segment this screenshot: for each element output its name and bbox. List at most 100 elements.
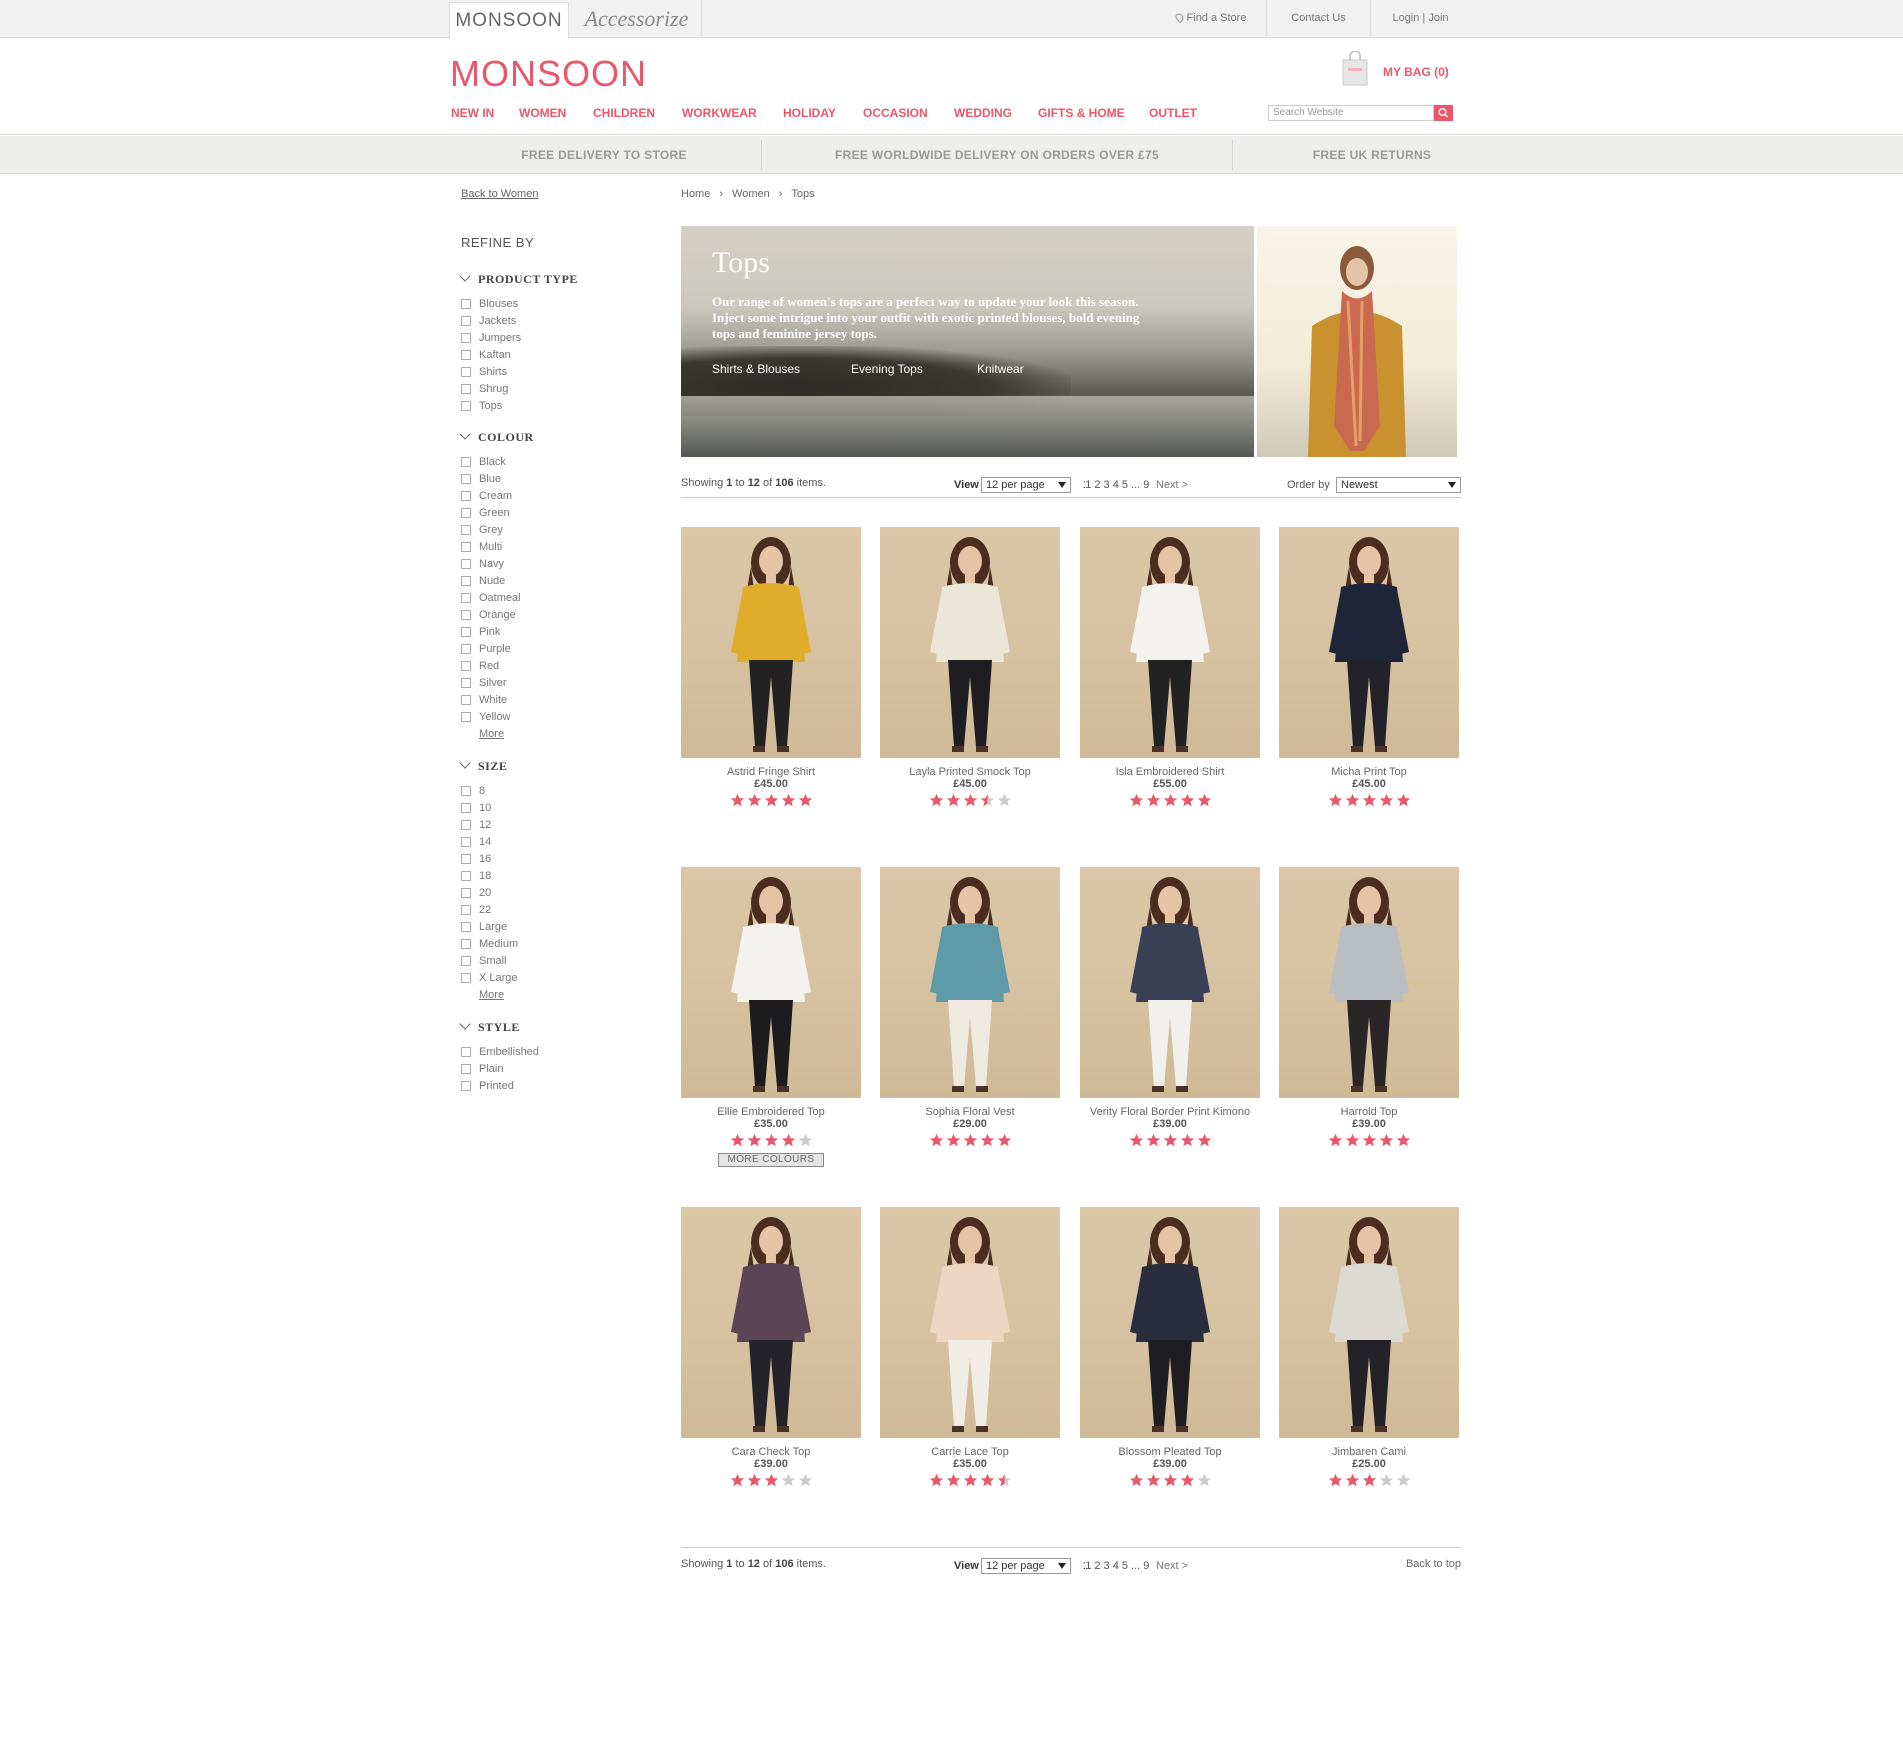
nav-holiday[interactable]: HOLIDAY bbox=[783, 106, 836, 120]
filter-checkbox[interactable] bbox=[461, 525, 471, 535]
filter-group-heading[interactable]: SIZE bbox=[459, 757, 507, 774]
filter-option[interactable]: Black bbox=[461, 456, 506, 468]
product-card[interactable]: Jimbaren Cami £25.00 bbox=[1279, 1207, 1459, 1487]
filter-checkbox[interactable] bbox=[461, 627, 471, 637]
filter-checkbox[interactable] bbox=[461, 871, 471, 881]
next-page-link[interactable]: Next > bbox=[1156, 1560, 1188, 1572]
filter-option[interactable]: 14 bbox=[461, 836, 491, 848]
filter-checkbox[interactable] bbox=[461, 712, 471, 722]
nav-women[interactable]: WOMEN bbox=[519, 106, 566, 120]
filter-group-heading[interactable]: COLOUR bbox=[459, 428, 534, 445]
back-to-top-link[interactable]: Back to top bbox=[1406, 1558, 1461, 1570]
filter-checkbox[interactable] bbox=[461, 316, 471, 326]
filter-option[interactable]: 18 bbox=[461, 870, 491, 882]
filter-checkbox[interactable] bbox=[461, 803, 471, 813]
product-name[interactable]: Harrold Top bbox=[1279, 1106, 1459, 1118]
product-image[interactable] bbox=[880, 867, 1060, 1098]
filter-checkbox[interactable] bbox=[461, 888, 471, 898]
filter-more-link[interactable]: More bbox=[479, 989, 504, 1001]
back-to-women-link[interactable]: Back to Women bbox=[461, 188, 538, 200]
pagination[interactable]: 1 1 2 3 4 5 ... 9 bbox=[1083, 479, 1150, 491]
banner-link-shirts-blouses[interactable]: Shirts & Blouses bbox=[712, 362, 800, 376]
filter-checkbox[interactable] bbox=[461, 956, 471, 966]
filter-option[interactable]: Shrug bbox=[461, 383, 508, 395]
search-input[interactable]: Search Website bbox=[1268, 105, 1434, 121]
filter-checkbox[interactable] bbox=[461, 333, 471, 343]
product-name[interactable]: Verity Floral Border Print Kimono bbox=[1080, 1106, 1260, 1118]
order-by-select[interactable]: Newest bbox=[1336, 477, 1461, 493]
next-page-link[interactable]: Next > bbox=[1156, 479, 1188, 491]
product-card[interactable]: Sophia Floral Vest £29.00 bbox=[880, 867, 1060, 1147]
banner-link-evening-tops[interactable]: Evening Tops bbox=[851, 362, 923, 376]
filter-option[interactable]: Embellished bbox=[461, 1046, 539, 1058]
shopping-bag-icon[interactable] bbox=[1338, 51, 1374, 87]
filter-option[interactable]: Nude bbox=[461, 575, 505, 587]
filter-option[interactable]: Cream bbox=[461, 490, 512, 502]
filter-option[interactable]: 8 bbox=[461, 785, 485, 797]
filter-checkbox[interactable] bbox=[461, 593, 471, 603]
product-card[interactable]: Ellie Embroidered Top £35.00 MORE COLOURS bbox=[681, 867, 861, 1167]
product-name[interactable]: Sophia Floral Vest bbox=[880, 1106, 1060, 1118]
brand-tab-accessorize[interactable]: Accessorize bbox=[572, 0, 702, 38]
product-image[interactable] bbox=[880, 1207, 1060, 1438]
filter-checkbox[interactable] bbox=[461, 695, 471, 705]
product-card[interactable]: Astrid Fringe Shirt £45.00 bbox=[681, 527, 861, 807]
filter-option[interactable]: Shirts bbox=[461, 366, 507, 378]
product-image[interactable] bbox=[681, 867, 861, 1098]
filter-checkbox[interactable] bbox=[461, 384, 471, 394]
product-image[interactable] bbox=[681, 527, 861, 758]
filter-checkbox[interactable] bbox=[461, 661, 471, 671]
filter-group-heading[interactable]: STYLE bbox=[459, 1018, 520, 1035]
filter-checkbox[interactable] bbox=[461, 559, 471, 569]
filter-option[interactable]: Medium bbox=[461, 938, 518, 950]
filter-checkbox[interactable] bbox=[461, 350, 471, 360]
filter-option[interactable]: Oatmeal bbox=[461, 592, 521, 604]
filter-option[interactable]: Jackets bbox=[461, 315, 516, 327]
filter-group-heading[interactable]: PRODUCT TYPE bbox=[459, 270, 578, 287]
filter-option[interactable]: Jumpers bbox=[461, 332, 521, 344]
filter-option[interactable]: Large bbox=[461, 921, 507, 933]
nav-occasion[interactable]: OCCASION bbox=[863, 106, 928, 120]
product-name[interactable]: Ellie Embroidered Top bbox=[681, 1106, 861, 1118]
product-name[interactable]: Jimbaren Cami bbox=[1279, 1446, 1459, 1458]
filter-checkbox[interactable] bbox=[461, 457, 471, 467]
product-name[interactable]: Micha Print Top bbox=[1279, 766, 1459, 778]
filter-option[interactable]: Plain bbox=[461, 1063, 503, 1075]
search-button[interactable] bbox=[1434, 105, 1453, 121]
product-name[interactable]: Astrid Fringe Shirt bbox=[681, 766, 861, 778]
product-name[interactable]: Carrie Lace Top bbox=[880, 1446, 1060, 1458]
filter-checkbox[interactable] bbox=[461, 644, 471, 654]
filter-checkbox[interactable] bbox=[461, 299, 471, 309]
filter-option[interactable]: Navy bbox=[461, 558, 504, 570]
monsoon-logo[interactable]: MONSOON bbox=[450, 53, 647, 95]
my-bag-link[interactable]: MY BAG (0) bbox=[1383, 65, 1449, 79]
product-card[interactable]: Verity Floral Border Print Kimono £39.00 bbox=[1080, 867, 1260, 1147]
filter-checkbox[interactable] bbox=[461, 508, 471, 518]
filter-option[interactable]: Kaftan bbox=[461, 349, 511, 361]
filter-option[interactable]: Tops bbox=[461, 400, 502, 412]
product-card[interactable]: Blossom Pleated Top £39.00 bbox=[1080, 1207, 1260, 1487]
filter-option[interactable]: X Large bbox=[461, 972, 518, 984]
filter-checkbox[interactable] bbox=[461, 542, 471, 552]
product-name[interactable]: Cara Check Top bbox=[681, 1446, 861, 1458]
find-store-link[interactable]: Find a Store bbox=[1156, 0, 1266, 38]
filter-more-link[interactable]: More bbox=[479, 728, 504, 740]
more-colours-button[interactable]: MORE COLOURS bbox=[718, 1153, 824, 1167]
filter-option[interactable]: White bbox=[461, 694, 507, 706]
filter-option[interactable]: Green bbox=[461, 507, 510, 519]
product-image[interactable] bbox=[1080, 1207, 1260, 1438]
filter-option[interactable]: Yellow bbox=[461, 711, 510, 723]
filter-option[interactable]: 10 bbox=[461, 802, 491, 814]
filter-checkbox[interactable] bbox=[461, 939, 471, 949]
product-card[interactable]: Micha Print Top £45.00 bbox=[1279, 527, 1459, 807]
filter-checkbox[interactable] bbox=[461, 854, 471, 864]
filter-option[interactable]: 12 bbox=[461, 819, 491, 831]
page-numbers[interactable]: 1 2 3 4 5 ... 9 bbox=[1085, 1560, 1150, 1572]
product-name[interactable]: Isla Embroidered Shirt bbox=[1080, 766, 1260, 778]
product-card[interactable]: Cara Check Top £39.00 bbox=[681, 1207, 861, 1487]
product-image[interactable] bbox=[681, 1207, 861, 1438]
filter-option[interactable]: 22 bbox=[461, 904, 491, 916]
contact-link[interactable]: Contact Us bbox=[1266, 0, 1370, 38]
product-name[interactable]: Blossom Pleated Top bbox=[1080, 1446, 1260, 1458]
filter-checkbox[interactable] bbox=[461, 837, 471, 847]
